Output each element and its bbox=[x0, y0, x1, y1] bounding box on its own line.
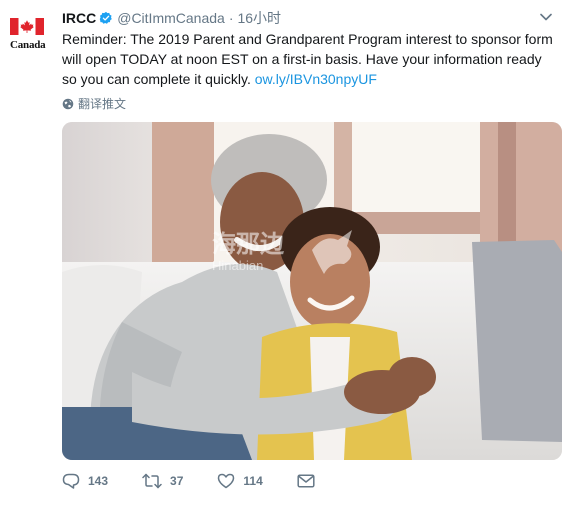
reply-count: 143 bbox=[88, 474, 109, 488]
watermark-text: 海那边 bbox=[212, 230, 285, 258]
tweet-actions: 143 37 114 bbox=[62, 473, 357, 489]
canada-wordmark: Canada bbox=[10, 39, 46, 51]
tweet-text: Reminder: The 2019 Parent and Grandparen… bbox=[62, 29, 558, 89]
account-handle[interactable]: @CitImmCanada bbox=[117, 10, 225, 26]
retweet-button[interactable]: 37 bbox=[142, 473, 183, 489]
tweet-header: IRCC @CitImmCanada · 16小时 bbox=[62, 8, 552, 28]
tweet-link[interactable]: ow.ly/IBVn30npyUF bbox=[255, 71, 377, 87]
canada-flag-icon bbox=[10, 18, 44, 35]
like-button[interactable]: 114 bbox=[217, 473, 263, 489]
display-name[interactable]: IRCC bbox=[62, 10, 96, 26]
retweet-icon bbox=[142, 473, 162, 489]
watermark-subtext: Hinabian bbox=[212, 258, 263, 273]
verified-badge-icon bbox=[99, 11, 113, 24]
translate-label: 翻译推文 bbox=[78, 97, 127, 111]
like-count: 114 bbox=[243, 474, 263, 488]
heart-icon bbox=[218, 473, 235, 489]
reply-button[interactable]: 143 bbox=[62, 473, 108, 489]
tweet-photo-image: 海那边 Hinabian bbox=[62, 122, 562, 460]
translate-tweet-button[interactable]: 翻译推文 bbox=[62, 95, 126, 112]
tweet-timestamp[interactable]: 16小时 bbox=[237, 8, 281, 28]
retweet-count: 37 bbox=[170, 474, 184, 488]
chevron-down-icon[interactable] bbox=[540, 12, 552, 22]
envelope-icon bbox=[297, 474, 315, 488]
tweet-photo[interactable]: 海那边 Hinabian bbox=[62, 122, 562, 460]
account-avatar[interactable]: Canada bbox=[8, 12, 48, 58]
header-separator: · bbox=[228, 10, 234, 26]
globe-icon bbox=[62, 98, 74, 109]
reply-icon bbox=[62, 473, 80, 489]
direct-message-button[interactable] bbox=[297, 474, 323, 488]
